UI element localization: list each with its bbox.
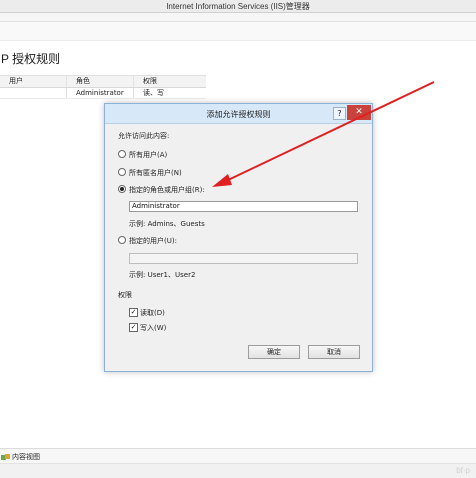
arrow-head [212, 174, 232, 187]
status-bar: bf·p [0, 463, 476, 478]
watermark: bf·p [456, 466, 470, 475]
content-view-label: 内容视图 [12, 453, 40, 461]
content-view-icon [1, 453, 10, 461]
arrow-shaft [225, 81, 435, 182]
annotation-arrow [212, 81, 435, 187]
content-view-tab[interactable]: 内容视图 [1, 452, 40, 462]
bottom-tab-bar: 内容视图 [0, 448, 476, 463]
